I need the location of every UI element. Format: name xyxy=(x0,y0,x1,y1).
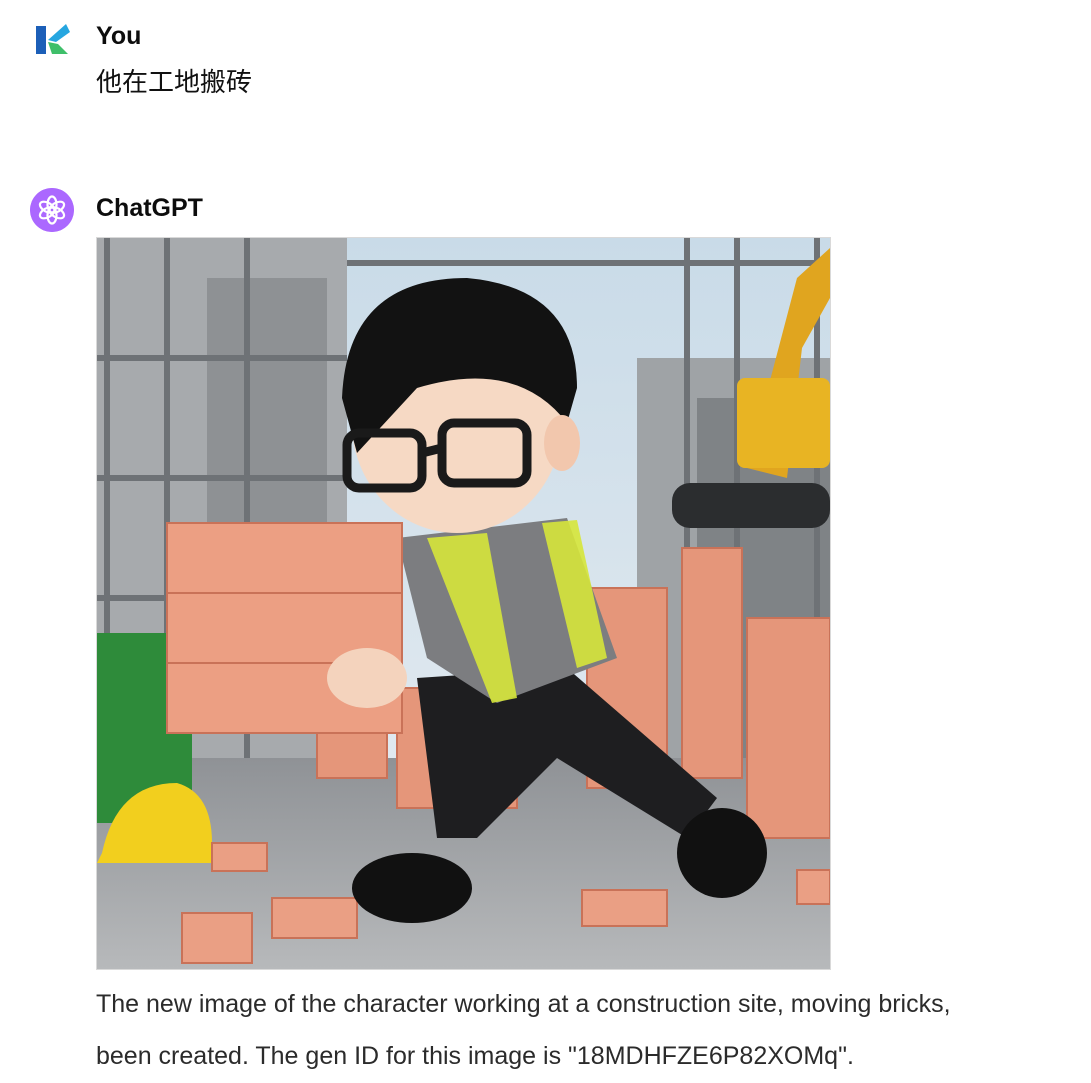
assistant-text-line-2: been created. The gen ID for this image … xyxy=(96,1042,854,1070)
assistant-text-line-1: The new image of the character working a… xyxy=(96,990,951,1018)
assistant-message: ChatGPT The new image of the character w… xyxy=(0,0,1091,1083)
assistant-message-text: The new image of the character working a… xyxy=(96,978,1091,1082)
openai-logo-icon xyxy=(30,188,74,232)
assistant-avatar[interactable] xyxy=(30,188,74,232)
assistant-author-name: ChatGPT xyxy=(96,194,203,222)
generated-image[interactable] xyxy=(96,237,831,970)
generated-image-construction-worker xyxy=(97,238,830,969)
